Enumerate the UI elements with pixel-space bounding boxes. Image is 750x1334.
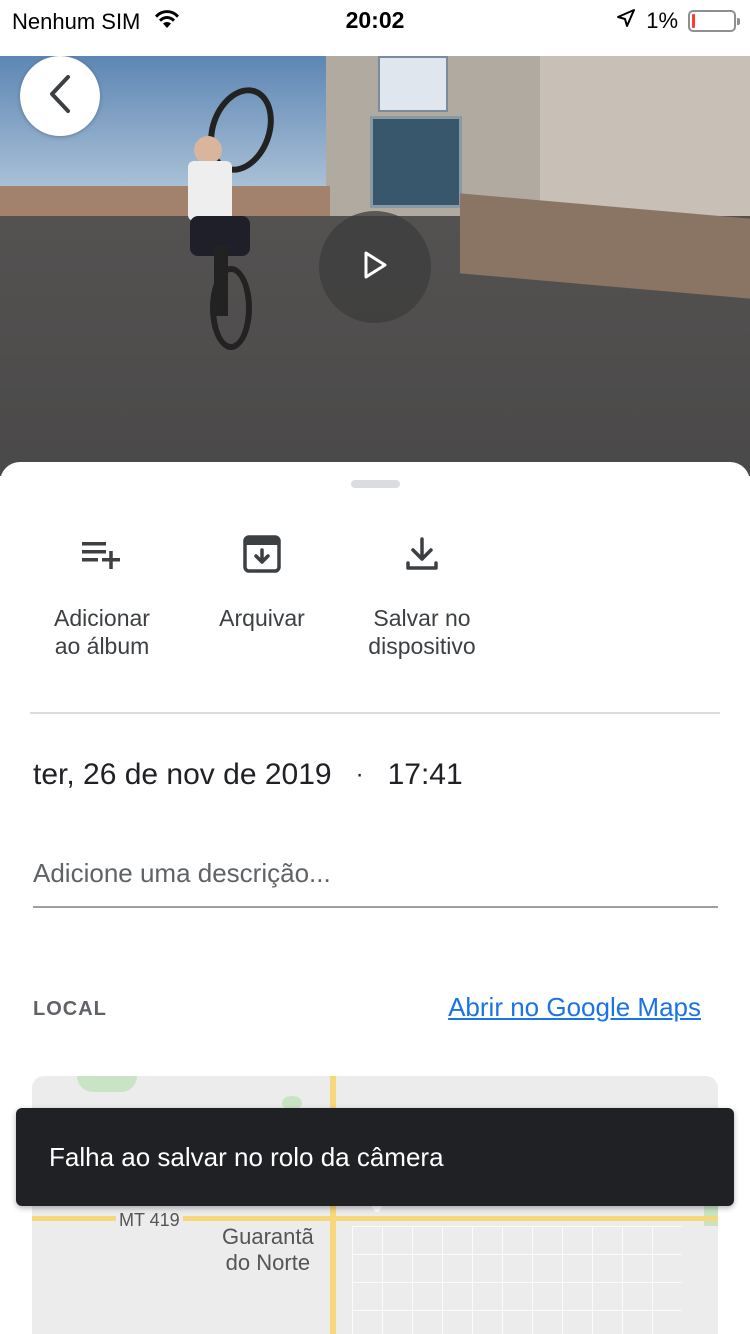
cyclist [180, 78, 286, 350]
photo-date: ter, 26 de nov de 2019 [33, 758, 332, 791]
datetime-separator: · [355, 761, 364, 788]
add-to-album-button[interactable]: Adicionar ao álbum [22, 532, 182, 660]
add-to-album-label: Adicionar ao álbum [54, 605, 150, 659]
error-toast: Falha ao salvar no rolo da câmera [16, 1108, 734, 1206]
back-button[interactable] [20, 56, 100, 136]
chevron-left-icon [46, 74, 74, 119]
map-city-label: Guarantã do Norte [222, 1224, 314, 1276]
archive-label: Arquivar [219, 605, 305, 631]
toast-message: Falha ao salvar no rolo da câmera [49, 1141, 444, 1172]
video-preview[interactable] [0, 56, 750, 476]
battery-percent: 1% [646, 8, 678, 33]
play-icon [361, 250, 389, 285]
location-arrow-icon [616, 8, 636, 34]
archive-button[interactable]: Arquivar [182, 532, 342, 632]
description-placeholder: Adicione uma descrição... [33, 858, 331, 888]
status-right: 1% [616, 8, 740, 34]
map-city-line1: Guarantã [222, 1224, 314, 1249]
playlist-add-icon [22, 532, 182, 576]
photo-time: 17:41 [387, 758, 463, 791]
photo-datetime: ter, 26 de nov de 2019 · 17:41 [33, 758, 463, 792]
battery-level [692, 14, 695, 28]
open-in-google-maps-link[interactable]: Abrir no Google Maps [448, 992, 701, 1023]
action-row: Adicionar ao álbum Arquivar Salvar no di… [30, 532, 720, 682]
map-city-line2: do Norte [225, 1250, 311, 1275]
sheet-grabber[interactable] [351, 480, 400, 488]
status-bar: Nenhum SIM 20:02 1% [0, 0, 750, 40]
download-icon [342, 532, 502, 576]
divider [30, 712, 720, 714]
save-to-device-label: Salvar no dispositivo [368, 605, 476, 659]
map-road-label: MT 419 [116, 1210, 183, 1231]
screen: Nenhum SIM 20:02 1% Adicionar ao álbum A… [0, 0, 750, 1334]
battery-icon [688, 10, 740, 32]
play-button[interactable] [319, 211, 431, 323]
location-label: LOCAL [33, 998, 107, 1020]
save-to-device-button[interactable]: Salvar no dispositivo [342, 532, 502, 660]
location-header: LOCAL Abrir no Google Maps [33, 992, 701, 1028]
archive-icon [182, 532, 342, 576]
description-field[interactable]: Adicione uma descrição... [33, 858, 718, 908]
